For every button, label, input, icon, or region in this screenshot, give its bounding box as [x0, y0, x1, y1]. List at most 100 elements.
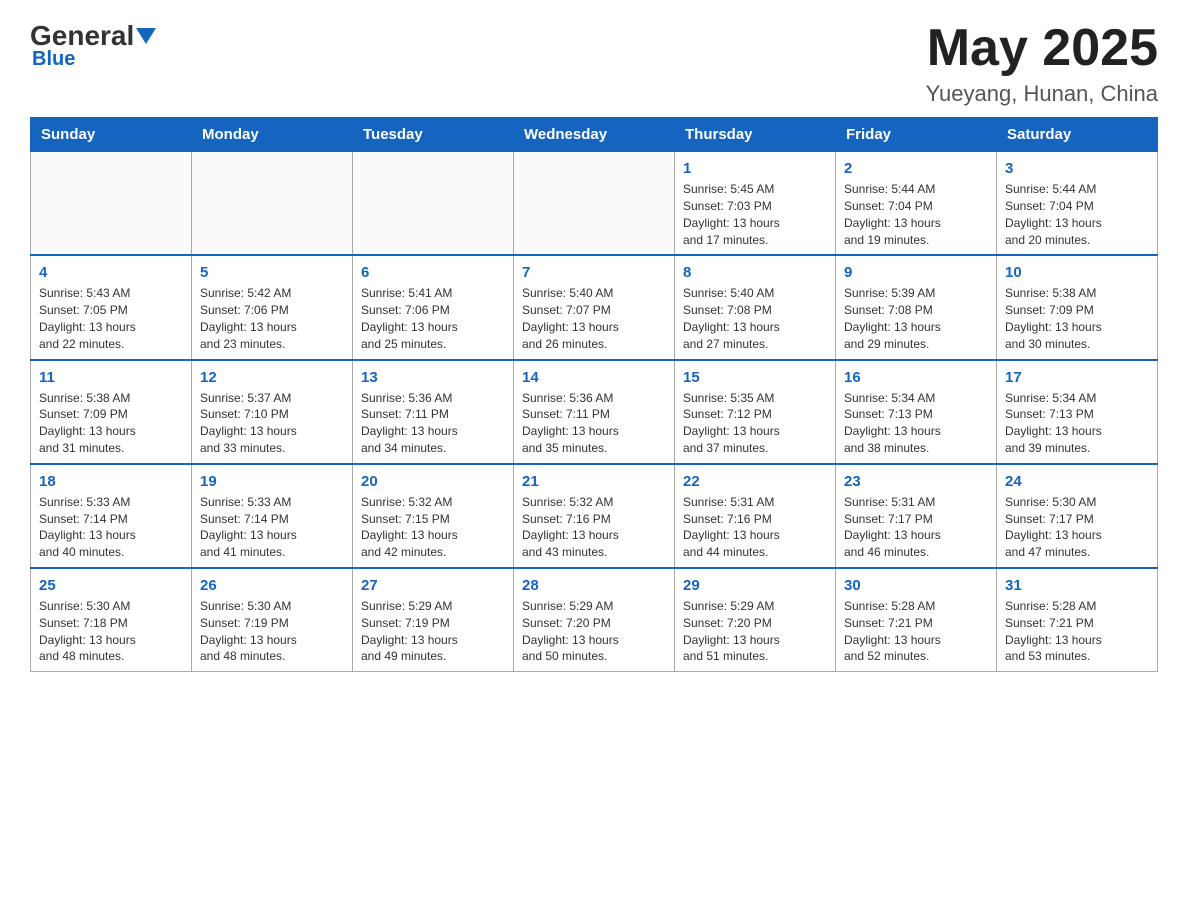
calendar-day-cell: 25Sunrise: 5:30 AM Sunset: 7:18 PM Dayli…	[31, 568, 192, 672]
calendar-day-cell: 16Sunrise: 5:34 AM Sunset: 7:13 PM Dayli…	[836, 360, 997, 464]
day-info: Sunrise: 5:42 AM Sunset: 7:06 PM Dayligh…	[200, 285, 344, 352]
day-number: 23	[844, 471, 988, 492]
calendar-day-cell: 13Sunrise: 5:36 AM Sunset: 7:11 PM Dayli…	[353, 360, 514, 464]
day-info: Sunrise: 5:37 AM Sunset: 7:10 PM Dayligh…	[200, 390, 344, 457]
page-header: General Blue May 2025 Yueyang, Hunan, Ch…	[30, 20, 1158, 107]
day-info: Sunrise: 5:28 AM Sunset: 7:21 PM Dayligh…	[844, 598, 988, 665]
day-number: 4	[39, 262, 183, 283]
calendar-header: SundayMondayTuesdayWednesdayThursdayFrid…	[31, 118, 1158, 152]
calendar-week-row: 18 Sunrise: 5:33 AM Sunset: 7:14 PM Dayli…	[31, 464, 1158, 568]
day-info: Sunrise: 5:32 AM Sunset: 7:15 PM Dayligh…	[361, 494, 505, 561]
calendar-day-cell: 5Sunrise: 5:42 AM Sunset: 7:06 PM Daylig…	[192, 255, 353, 359]
calendar-table: SundayMondayTuesdayWednesdayThursdayFrid…	[30, 117, 1158, 672]
calendar-day-cell: 6Sunrise: 5:41 AM Sunset: 7:06 PM Daylig…	[353, 255, 514, 359]
calendar-day-cell	[31, 152, 192, 256]
calendar-day-cell: 8Sunrise: 5:40 AM Sunset: 7:08 PM Daylig…	[675, 255, 836, 359]
month-year-title: May 2025	[926, 20, 1158, 77]
calendar-day-cell: 4Sunrise: 5:43 AM Sunset: 7:05 PM Daylig…	[31, 255, 192, 359]
day-info: Sunrise: 5:35 AM Sunset: 7:12 PM Dayligh…	[683, 390, 827, 457]
day-info: Sunrise: 5:29 AM Sunset: 7:19 PM Dayligh…	[361, 598, 505, 665]
day-number: 28	[522, 575, 666, 596]
calendar-day-cell: 9Sunrise: 5:39 AM Sunset: 7:08 PM Daylig…	[836, 255, 997, 359]
title-section: May 2025 Yueyang, Hunan, China	[926, 20, 1158, 107]
calendar-day-cell: 3Sunrise: 5:44 AM Sunset: 7:04 PM Daylig…	[997, 152, 1158, 256]
day-number: 2	[844, 158, 988, 179]
day-info: Sunrise: 5:44 AM Sunset: 7:04 PM Dayligh…	[1005, 181, 1149, 248]
calendar-day-cell: 22Sunrise: 5:31 AM Sunset: 7:16 PM Dayli…	[675, 464, 836, 568]
calendar-day-cell: 19Sunrise: 5:33 AM Sunset: 7:14 PM Dayli…	[192, 464, 353, 568]
calendar-day-cell: 12Sunrise: 5:37 AM Sunset: 7:10 PM Dayli…	[192, 360, 353, 464]
calendar-day-cell: 14Sunrise: 5:36 AM Sunset: 7:11 PM Dayli…	[514, 360, 675, 464]
day-info: Sunrise: 5:45 AM Sunset: 7:03 PM Dayligh…	[683, 181, 827, 248]
day-of-week-header: Thursday	[675, 118, 836, 152]
day-info: Sunrise: 5:36 AM Sunset: 7:11 PM Dayligh…	[361, 390, 505, 457]
day-of-week-header: Saturday	[997, 118, 1158, 152]
day-of-week-header: Sunday	[31, 118, 192, 152]
logo: General Blue	[30, 20, 158, 71]
calendar-day-cell	[353, 152, 514, 256]
calendar-day-cell: 7Sunrise: 5:40 AM Sunset: 7:07 PM Daylig…	[514, 255, 675, 359]
day-info: Sunrise: 5:30 AM Sunset: 7:19 PM Dayligh…	[200, 598, 344, 665]
logo-triangle-icon	[136, 28, 156, 44]
day-number: 10	[1005, 262, 1149, 283]
day-info: Sunrise: 5:33 AM Sunset: 7:14 PM Dayligh…	[200, 494, 344, 561]
day-number: 31	[1005, 575, 1149, 596]
calendar-day-cell: 28Sunrise: 5:29 AM Sunset: 7:20 PM Dayli…	[514, 568, 675, 672]
day-number: 9	[844, 262, 988, 283]
day-number: 18	[39, 471, 183, 492]
location-subtitle: Yueyang, Hunan, China	[926, 81, 1158, 107]
calendar-day-cell: 11Sunrise: 5:38 AM Sunset: 7:09 PM Dayli…	[31, 360, 192, 464]
day-of-week-header: Friday	[836, 118, 997, 152]
calendar-day-cell: 27Sunrise: 5:29 AM Sunset: 7:19 PM Dayli…	[353, 568, 514, 672]
day-info: Sunrise: 5:32 AM Sunset: 7:16 PM Dayligh…	[522, 494, 666, 561]
days-of-week-row: SundayMondayTuesdayWednesdayThursdayFrid…	[31, 118, 1158, 152]
day-number: 24	[1005, 471, 1149, 492]
calendar-day-cell: 30Sunrise: 5:28 AM Sunset: 7:21 PM Dayli…	[836, 568, 997, 672]
calendar-day-cell: 20Sunrise: 5:32 AM Sunset: 7:15 PM Dayli…	[353, 464, 514, 568]
day-number: 29	[683, 575, 827, 596]
day-number: 21	[522, 471, 666, 492]
day-number: 20	[361, 471, 505, 492]
day-info: Sunrise: 5:40 AM Sunset: 7:07 PM Dayligh…	[522, 285, 666, 352]
day-number: 19	[200, 471, 344, 492]
calendar-day-cell	[192, 152, 353, 256]
calendar-day-cell: 15Sunrise: 5:35 AM Sunset: 7:12 PM Dayli…	[675, 360, 836, 464]
day-number: 30	[844, 575, 988, 596]
day-number: 8	[683, 262, 827, 283]
day-number: 3	[1005, 158, 1149, 179]
day-info: Sunrise: 5:31 AM Sunset: 7:16 PM Dayligh…	[683, 494, 827, 561]
day-info: Sunrise: 5:38 AM Sunset: 7:09 PM Dayligh…	[39, 390, 183, 457]
day-info: Sunrise: 5:29 AM Sunset: 7:20 PM Dayligh…	[683, 598, 827, 665]
calendar-day-cell: 2Sunrise: 5:44 AM Sunset: 7:04 PM Daylig…	[836, 152, 997, 256]
day-number: 6	[361, 262, 505, 283]
day-info: Sunrise: 5:36 AM Sunset: 7:11 PM Dayligh…	[522, 390, 666, 457]
calendar-day-cell: 24Sunrise: 5:30 AM Sunset: 7:17 PM Dayli…	[997, 464, 1158, 568]
day-info: Sunrise: 5:41 AM Sunset: 7:06 PM Dayligh…	[361, 285, 505, 352]
logo-blue-text: Blue	[32, 48, 75, 71]
calendar-day-cell: 10Sunrise: 5:38 AM Sunset: 7:09 PM Dayli…	[997, 255, 1158, 359]
day-number: 25	[39, 575, 183, 596]
day-number: 22	[683, 471, 827, 492]
day-number: 17	[1005, 367, 1149, 388]
day-number: 13	[361, 367, 505, 388]
day-number: 15	[683, 367, 827, 388]
day-number: 5	[200, 262, 344, 283]
day-info: Sunrise: 5:34 AM Sunset: 7:13 PM Dayligh…	[844, 390, 988, 457]
day-info: Sunrise: 5:30 AM Sunset: 7:17 PM Dayligh…	[1005, 494, 1149, 561]
day-info: Sunrise: 5:40 AM Sunset: 7:08 PM Dayligh…	[683, 285, 827, 352]
day-number: 11	[39, 367, 183, 388]
day-number: 16	[844, 367, 988, 388]
day-number: 1	[683, 158, 827, 179]
calendar-day-cell: 21Sunrise: 5:32 AM Sunset: 7:16 PM Dayli…	[514, 464, 675, 568]
calendar-day-cell: 29Sunrise: 5:29 AM Sunset: 7:20 PM Dayli…	[675, 568, 836, 672]
calendar-day-cell: 31Sunrise: 5:28 AM Sunset: 7:21 PM Dayli…	[997, 568, 1158, 672]
calendar-week-row: 1Sunrise: 5:45 AM Sunset: 7:03 PM Daylig…	[31, 152, 1158, 256]
calendar-day-cell: 18Sunrise: 5:33 AM Sunset: 7:14 PM Dayli…	[31, 464, 192, 568]
day-number: 12	[200, 367, 344, 388]
calendar-day-cell: 17Sunrise: 5:34 AM Sunset: 7:13 PM Dayli…	[997, 360, 1158, 464]
day-info: Sunrise: 5:34 AM Sunset: 7:13 PM Dayligh…	[1005, 390, 1149, 457]
calendar-week-row: 11Sunrise: 5:38 AM Sunset: 7:09 PM Dayli…	[31, 360, 1158, 464]
day-info: Sunrise: 5:44 AM Sunset: 7:04 PM Dayligh…	[844, 181, 988, 248]
calendar-body: 1Sunrise: 5:45 AM Sunset: 7:03 PM Daylig…	[31, 152, 1158, 672]
calendar-day-cell	[514, 152, 675, 256]
